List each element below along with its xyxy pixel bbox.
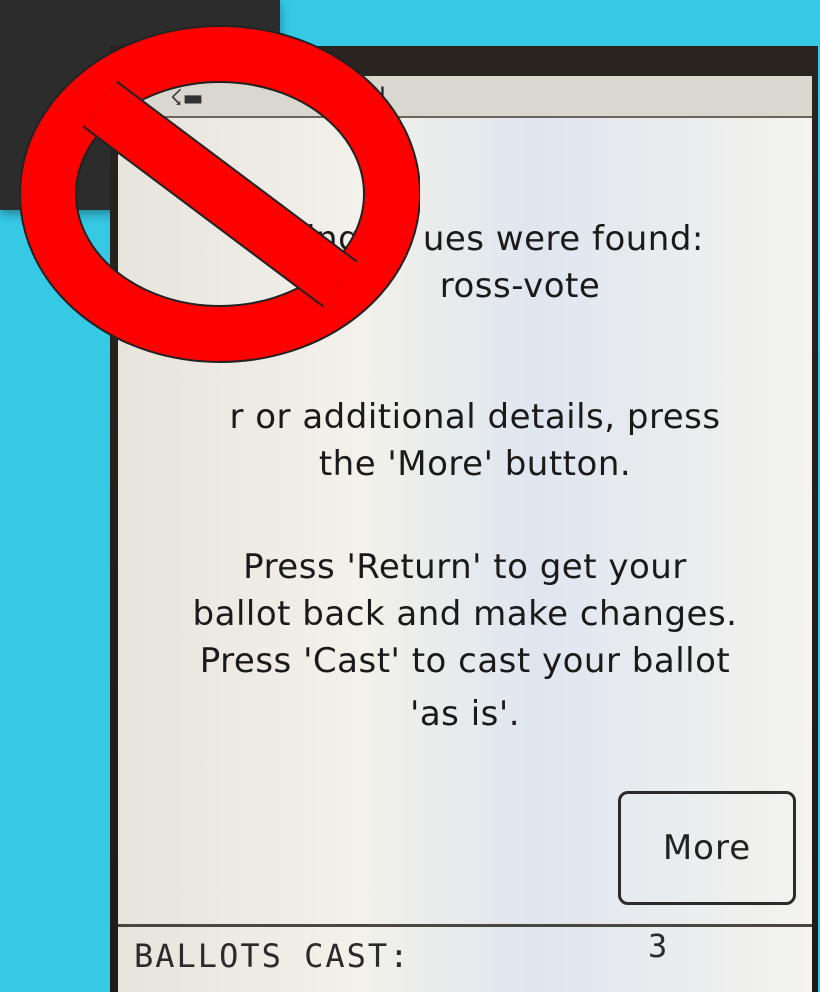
status-bar: BALLOTS CAST: 3 — [118, 924, 812, 992]
details-line-2: the 'More' button. — [318, 444, 632, 484]
ballots-cast-count: 3 — [648, 927, 668, 965]
details-line-1: r or additional details, press — [229, 397, 721, 437]
ballots-cast-label: BALLOTS CAST: — [134, 937, 411, 975]
details-message: r or additional details, press the 'More… — [128, 394, 812, 488]
as-is-text: 'as is'. — [409, 694, 521, 734]
return-line-2: ballot back and make changes. — [192, 594, 738, 634]
more-button[interactable]: More — [618, 791, 796, 905]
no-entry-sign-icon — [20, 25, 420, 363]
issues-text-b: ues were found: — [422, 219, 704, 259]
return-line-1: Press 'Return' to get your — [243, 547, 687, 587]
return-message: Press 'Return' to get your ballot back a… — [118, 544, 812, 685]
cast-line: Press 'Cast' to cast your ballot — [199, 641, 731, 681]
